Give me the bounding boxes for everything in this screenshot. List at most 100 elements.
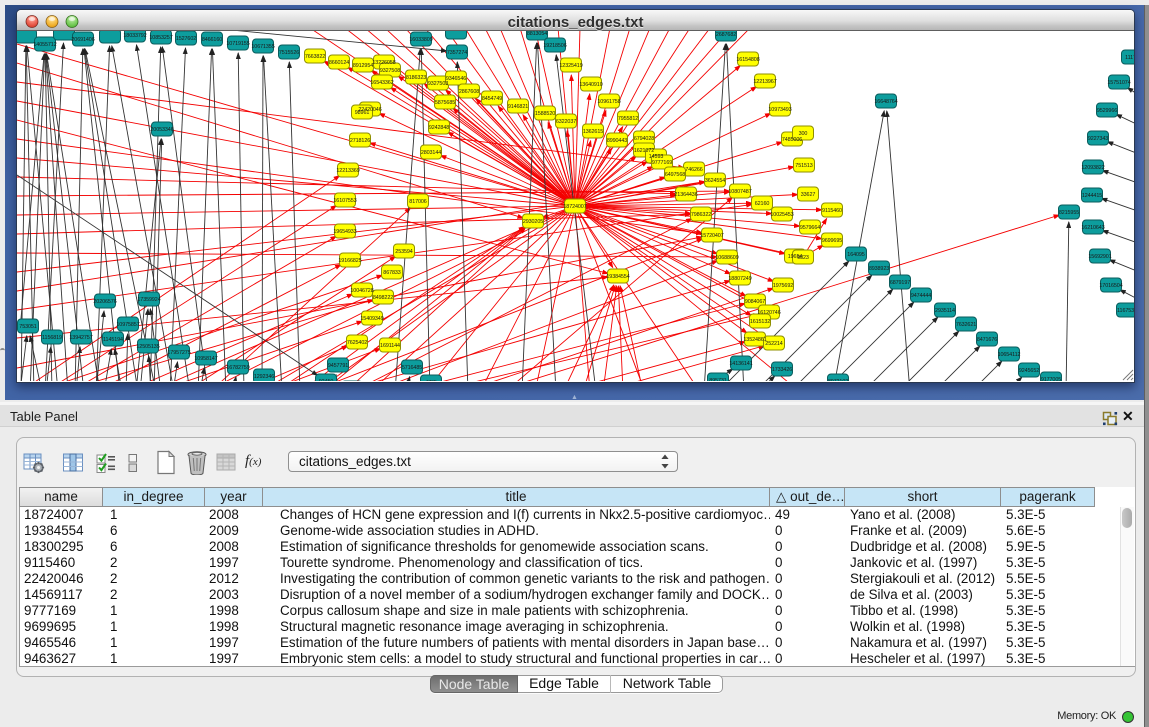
svg-text:2930205: 2930205 <box>523 219 543 225</box>
svg-text:1691144: 1691144 <box>380 343 400 349</box>
svg-text:7515526: 7515526 <box>279 50 299 56</box>
svg-text:9699695: 9699695 <box>822 238 842 244</box>
svg-text:10688609: 10688609 <box>715 255 738 261</box>
svg-text:13226058: 13226058 <box>372 60 395 66</box>
svg-text:9115460: 9115460 <box>822 208 842 214</box>
svg-text:9084067: 9084067 <box>745 299 765 305</box>
svg-text:92450: 92450 <box>319 379 334 381</box>
svg-text:19218506: 19218506 <box>543 43 566 49</box>
svg-text:8990443: 8990443 <box>607 138 627 144</box>
svg-text:17957275: 17957275 <box>167 350 190 356</box>
svg-text:15751074: 15751074 <box>1107 80 1130 86</box>
svg-text:5875685: 5875685 <box>435 100 455 106</box>
svg-text:16154808: 16154808 <box>736 57 759 63</box>
svg-text:16107553: 16107553 <box>333 198 356 204</box>
svg-text:20053346: 20053346 <box>150 127 173 133</box>
svg-text:1733426: 1733426 <box>772 367 792 373</box>
svg-text:21364436: 21364436 <box>674 192 697 198</box>
svg-text:9529966: 9529966 <box>1097 108 1117 114</box>
svg-text:14055712: 14055712 <box>33 42 56 48</box>
svg-text:164095: 164095 <box>847 252 864 258</box>
svg-text:13524861: 13524861 <box>743 337 766 343</box>
svg-text:9242848: 9242848 <box>429 125 449 131</box>
svg-text:18807249: 18807249 <box>728 276 751 282</box>
svg-text:1167533: 1167533 <box>1117 308 1134 314</box>
svg-text:15692901: 15692901 <box>1088 254 1111 260</box>
svg-text:16782759: 16782759 <box>226 365 249 371</box>
svg-text:2935114: 2935114 <box>935 308 955 314</box>
svg-text:17016504: 17016504 <box>1099 283 1122 289</box>
svg-text:19654933: 19654933 <box>333 229 356 235</box>
svg-text:1156819: 1156819 <box>42 335 62 341</box>
svg-text:33627: 33627 <box>801 192 816 198</box>
svg-text:13640910: 13640910 <box>579 82 602 88</box>
svg-text:7485006: 7485006 <box>782 137 802 143</box>
svg-text:7955812: 7955812 <box>618 116 638 122</box>
svg-text:9823: 9823 <box>797 255 809 261</box>
svg-text:895731: 895731 <box>709 378 726 381</box>
svg-text:15720407: 15720407 <box>700 233 723 239</box>
svg-text:10719155: 10719155 <box>226 41 249 47</box>
svg-text:20691406: 20691406 <box>71 37 94 43</box>
svg-text:16033809: 16033809 <box>409 37 432 43</box>
svg-text:6794028: 6794028 <box>634 136 654 142</box>
svg-text:13942757: 13942757 <box>69 335 92 341</box>
svg-text:62160: 62160 <box>755 201 770 207</box>
svg-text:8660124: 8660124 <box>329 60 349 66</box>
svg-text:8972102: 8972102 <box>828 379 848 381</box>
svg-text:10975857: 10975857 <box>116 322 139 328</box>
svg-text:2718126: 2718126 <box>350 138 370 144</box>
svg-text:7632621: 7632621 <box>956 322 976 328</box>
svg-text:1975692: 1975692 <box>773 283 793 289</box>
svg-text:20206576: 20206576 <box>93 299 116 305</box>
svg-text:10025453: 10025453 <box>770 212 793 218</box>
svg-text:2867608: 2867608 <box>459 89 479 95</box>
svg-text:9474444: 9474444 <box>911 293 931 299</box>
svg-text:9457791: 9457791 <box>328 363 348 369</box>
svg-text:6322037: 6322037 <box>556 119 576 125</box>
svg-text:751513: 751513 <box>795 163 812 169</box>
svg-text:11172: 11172 <box>1125 55 1134 61</box>
svg-text:1362615: 1362615 <box>583 129 603 135</box>
svg-text:10961758: 10961758 <box>597 99 620 105</box>
svg-text:9579664: 9579664 <box>800 225 820 231</box>
svg-text:746266: 746266 <box>685 167 702 173</box>
svg-text:4705: 4705 <box>425 380 437 381</box>
svg-text:8454749: 8454749 <box>482 96 502 102</box>
svg-text:5716485: 5716485 <box>402 365 422 371</box>
svg-text:12093822: 12093822 <box>1081 165 1104 171</box>
svg-text:7357274: 7357274 <box>447 50 467 56</box>
svg-text:12213369: 12213369 <box>336 168 359 174</box>
svg-text:3624554: 3624554 <box>705 178 725 184</box>
svg-text:8215955: 8215955 <box>1059 210 1079 216</box>
svg-text:8938923: 8938923 <box>869 266 889 272</box>
svg-text:15409349: 15409349 <box>360 316 383 322</box>
svg-text:817006: 817006 <box>409 199 426 205</box>
svg-text:19166825: 19166825 <box>338 258 361 264</box>
svg-text:1588520: 1588520 <box>535 111 555 117</box>
svg-text:10853257: 10853257 <box>149 35 172 41</box>
svg-text:1292346: 1292346 <box>254 374 274 380</box>
svg-text:6879197: 6879197 <box>890 280 910 286</box>
svg-text:253594: 253594 <box>395 249 412 255</box>
svg-text:9346546: 9346546 <box>446 76 466 82</box>
svg-text:9327508: 9327508 <box>380 68 400 74</box>
svg-text:16543362: 16543362 <box>370 80 393 86</box>
svg-text:1615132: 1615132 <box>750 319 770 325</box>
svg-text:10973493: 10973493 <box>768 107 791 113</box>
svg-text:9227343: 9227343 <box>1088 136 1108 142</box>
svg-text:6497568: 6497568 <box>665 172 685 178</box>
svg-text:8186323: 8186323 <box>406 75 426 81</box>
svg-text:8498222: 8498222 <box>373 295 393 301</box>
svg-text:1145194: 1145194 <box>103 337 123 343</box>
svg-text:12505135: 12505135 <box>136 344 159 350</box>
svg-text:16648764: 16648764 <box>874 99 897 105</box>
svg-text:10807487: 10807487 <box>728 189 751 195</box>
svg-text:8466160: 8466160 <box>202 37 222 43</box>
svg-text:1527602: 1527602 <box>176 36 196 42</box>
svg-text:8471676: 8471676 <box>977 337 997 343</box>
svg-text:19384554: 19384554 <box>606 274 629 280</box>
svg-text:8912954: 8912954 <box>353 63 373 69</box>
svg-text:753051: 753051 <box>19 324 36 330</box>
svg-text:1244415: 1244415 <box>1082 193 1102 199</box>
